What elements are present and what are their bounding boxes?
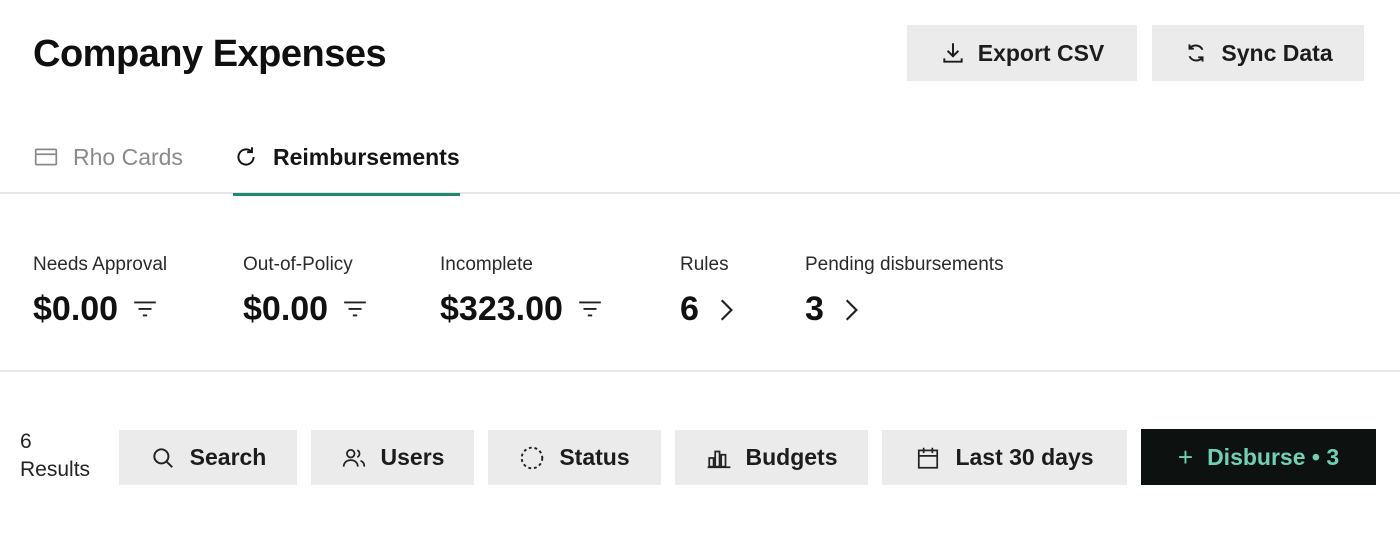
page-header: Company Expenses Export CSV Sync Data <box>0 0 1400 110</box>
date-range-label: Last 30 days <box>955 444 1094 470</box>
metric-label: Needs Approval <box>33 254 168 275</box>
sync-data-label: Sync Data <box>1221 39 1333 66</box>
budgets-label: Budgets <box>745 444 838 470</box>
page-title: Company Expenses <box>33 33 387 75</box>
search-icon <box>152 447 173 468</box>
search-label: Search <box>189 444 267 470</box>
metric-value: 3 <box>805 290 824 328</box>
filter-icon[interactable] <box>577 297 603 323</box>
download-icon <box>943 43 963 63</box>
tab-bar: Rho Cards Reimbursements <box>0 120 1400 196</box>
metric-incomplete[interactable]: Incomplete $323.00 <box>440 254 603 329</box>
metric-value: $0.00 <box>243 290 329 328</box>
disburse-button[interactable]: + Disburse • 3 <box>1141 429 1376 485</box>
metric-rules[interactable]: Rules 6 <box>680 254 739 329</box>
metric-label: Pending disbursements <box>805 254 1004 275</box>
status-icon <box>521 446 544 469</box>
metric-value: 6 <box>680 290 699 328</box>
results-number: 6 <box>20 430 32 453</box>
filter-icon[interactable] <box>132 297 158 323</box>
export-csv-button[interactable]: Export CSV <box>907 25 1137 81</box>
export-csv-label: Export CSV <box>977 39 1105 66</box>
chevron-right-icon[interactable] <box>713 297 739 323</box>
disburse-label: Disburse • 3 <box>1207 443 1340 470</box>
plus-icon: + <box>1177 441 1194 472</box>
tab-label: Reimbursements <box>273 143 460 170</box>
users-filter-button[interactable]: Users <box>311 430 474 485</box>
filter-icon[interactable] <box>342 297 368 323</box>
status-filter-button[interactable]: Status <box>488 430 661 485</box>
metric-label: Incomplete <box>440 254 533 275</box>
tab-rho-cards[interactable]: Rho Cards <box>33 120 183 194</box>
status-label: Status <box>559 444 630 470</box>
search-button[interactable]: Search <box>119 430 297 485</box>
metric-value: $323.00 <box>440 290 563 328</box>
results-count: 6 Results <box>20 428 90 484</box>
calendar-icon <box>918 447 939 469</box>
sync-data-button[interactable]: Sync Data <box>1152 25 1364 81</box>
card-icon <box>34 148 58 166</box>
metric-label: Rules <box>680 254 729 275</box>
metric-value: $0.00 <box>33 290 119 328</box>
date-range-button[interactable]: Last 30 days <box>882 430 1127 485</box>
refresh-icon <box>237 147 255 166</box>
tab-label: Rho Cards <box>73 143 183 170</box>
tab-reimbursements[interactable]: Reimbursements <box>233 120 460 196</box>
budgets-filter-button[interactable]: Budgets <box>675 430 868 485</box>
results-label: Results <box>20 458 91 481</box>
metrics-row: Needs Approval $0.00 Out-of-Policy $0.00… <box>0 196 1400 372</box>
users-label: Users <box>380 444 445 470</box>
filter-toolbar: 6 Results Search Users Status Budgets La… <box>0 428 1400 488</box>
budgets-icon <box>707 450 730 468</box>
sync-icon <box>1188 44 1204 62</box>
metric-pending-disbursements[interactable]: Pending disbursements 3 <box>805 254 1004 329</box>
metric-needs-approval[interactable]: Needs Approval $0.00 <box>33 254 167 329</box>
users-icon <box>342 448 365 467</box>
metric-label: Out-of-Policy <box>243 254 353 275</box>
chevron-right-icon[interactable] <box>838 297 864 323</box>
metric-out-of-policy[interactable]: Out-of-Policy $0.00 <box>243 254 368 329</box>
